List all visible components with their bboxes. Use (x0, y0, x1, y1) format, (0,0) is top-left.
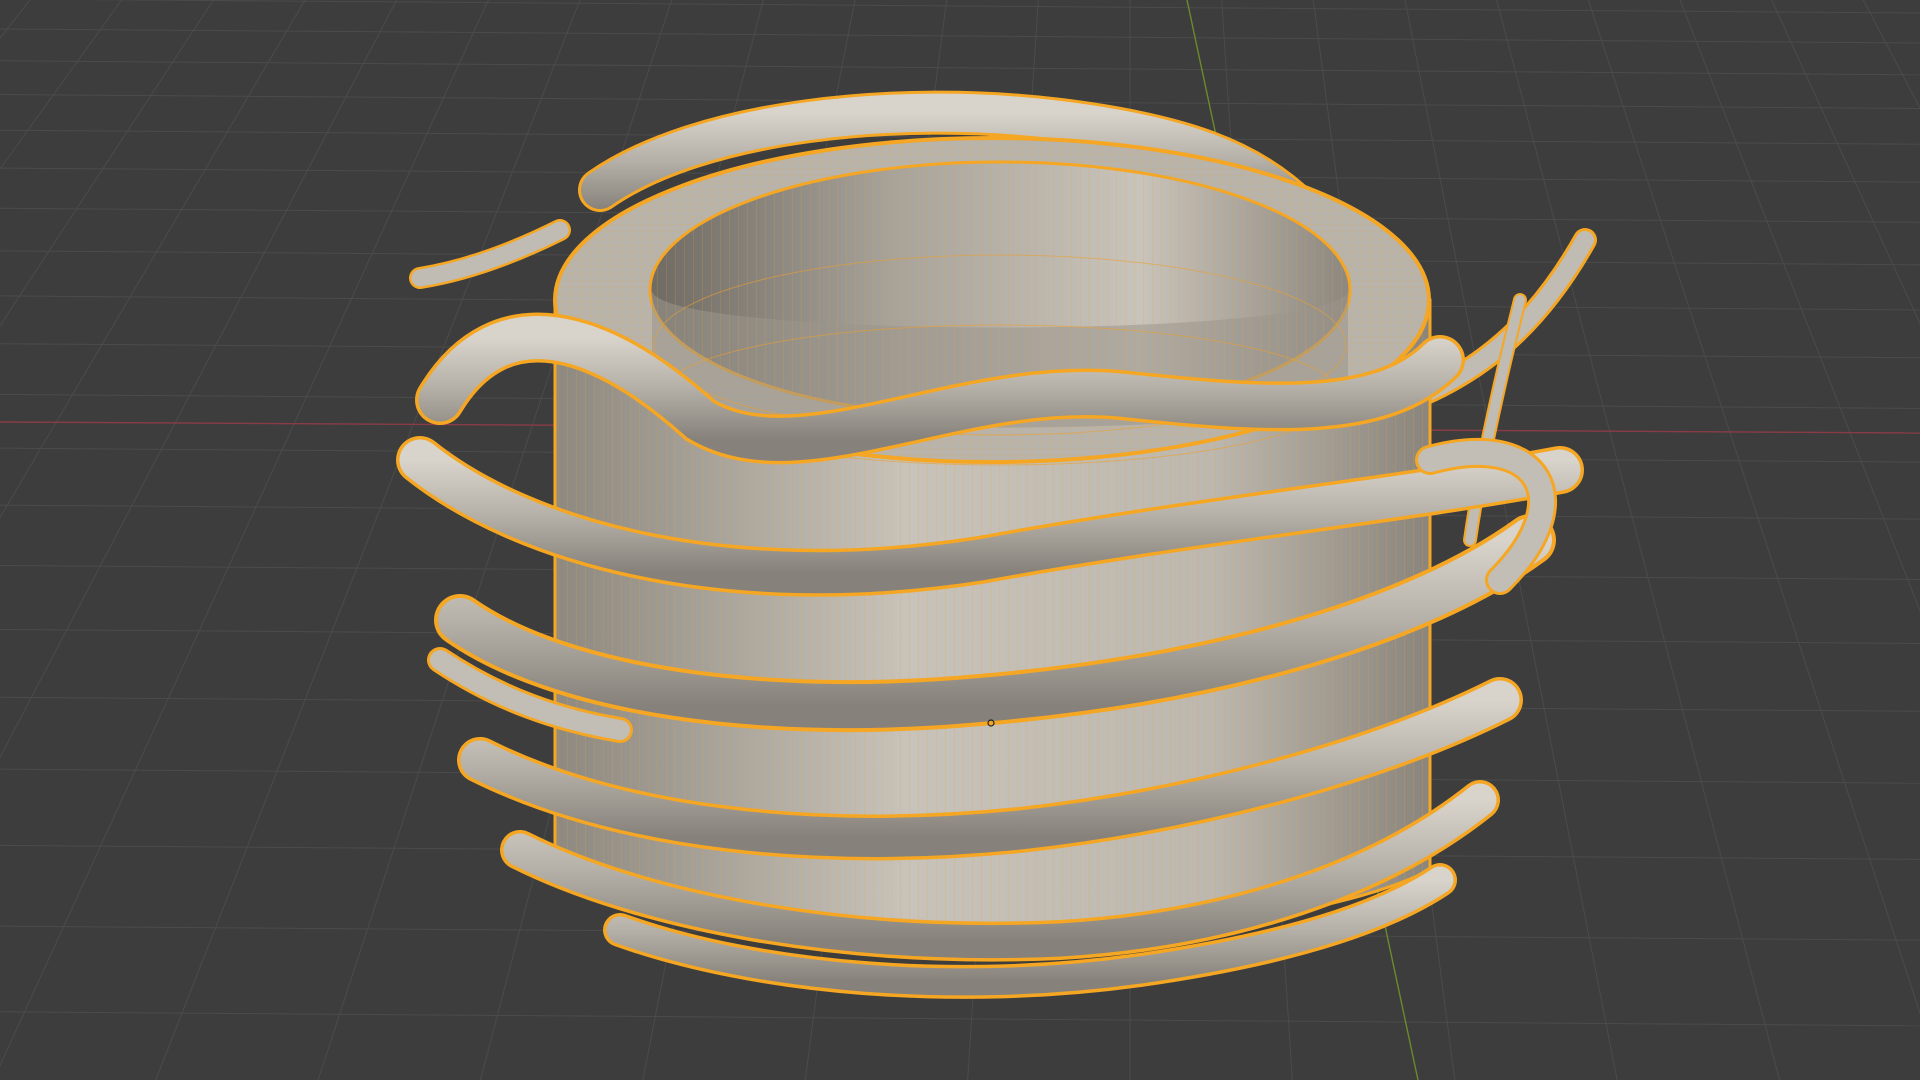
grid-line (68, 0, 1920, 14)
grid-line (0, 28, 1920, 44)
grid-line (0, 60, 1920, 76)
mesh-object-selected[interactable] (396, 90, 1597, 999)
viewport-canvas[interactable] (0, 0, 1920, 1080)
grid-line (0, 1011, 1920, 1027)
3d-viewport[interactable] (0, 0, 1920, 1080)
